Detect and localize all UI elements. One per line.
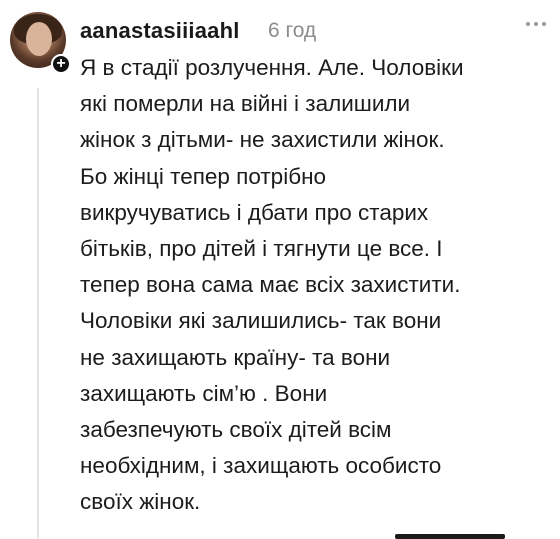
comment-line: жінок з дітьми- не захистили жінок. <box>80 127 445 153</box>
comment-line: викручуватись і дбати про старих <box>80 199 429 225</box>
comment-line: Я в стадії розлучення. Але. Чоловіки <box>80 55 464 80</box>
comment-line: захищають сім’ю . Вони <box>80 380 328 406</box>
comment-line: тепер вона сама має всіх захистити. <box>80 272 461 298</box>
plus-icon[interactable]: + <box>51 54 71 74</box>
comment-line: Бо жінці тепер потрібно <box>80 163 327 189</box>
more-dot <box>526 22 530 26</box>
comment-line: Чоловіки які залишились- так вони <box>80 308 442 334</box>
comment-line: забезпечують своїх дітей всім <box>80 417 392 443</box>
bottom-bar <box>395 534 505 539</box>
comment-line: своїх жінок. <box>80 489 201 515</box>
timestamp: 6 год <box>268 19 317 42</box>
avatar-face <box>26 22 52 56</box>
thread-line <box>37 88 39 539</box>
comment-line: які померли на війні і залишили <box>80 91 411 117</box>
more-dot <box>534 22 538 26</box>
more-dot <box>542 22 546 26</box>
comment-text: Я в стадії розлучення. Але. Чоловіки які… <box>80 50 550 521</box>
username[interactable]: aanastasiiiaahl <box>80 18 240 44</box>
more-horizontal-icon[interactable] <box>526 22 546 26</box>
comment-line: бітьків, про дітей і тягнути це все. І <box>80 236 443 262</box>
comment-line: не захищають країну- та вони <box>80 344 391 370</box>
comment-line: необхідним, і захищають особисто <box>80 453 442 479</box>
